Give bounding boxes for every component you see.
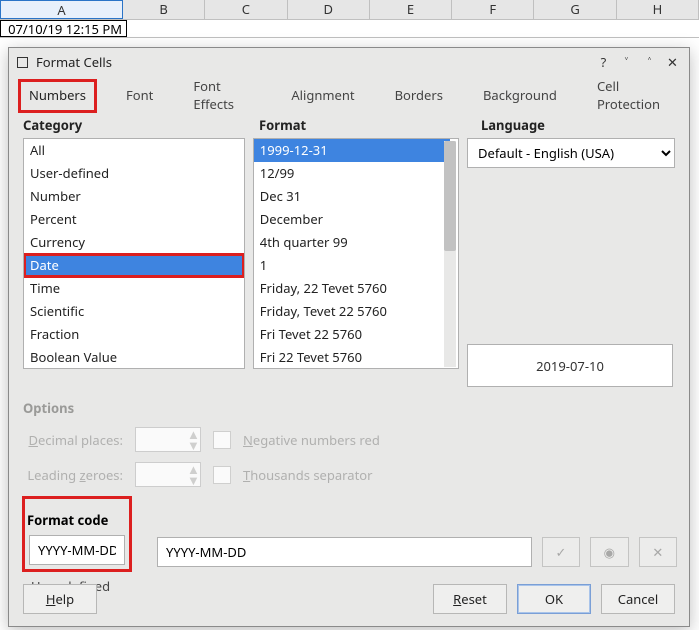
- app-icon: [17, 57, 28, 68]
- format-item[interactable]: 1: [254, 254, 450, 277]
- column-header-a[interactable]: A: [0, 0, 123, 19]
- category-item-time[interactable]: Time: [24, 277, 244, 300]
- thousands-sep-label: Thousands separator: [243, 466, 373, 484]
- eye-icon: ◉: [604, 543, 615, 561]
- format-code-input-visible[interactable]: [29, 535, 125, 565]
- tab-alignment[interactable]: Alignment: [281, 80, 364, 112]
- leading-zeroes-label: Leading zeroes:: [23, 466, 123, 484]
- column-header-c[interactable]: C: [205, 0, 287, 19]
- decimal-places-stepper: ▲▼: [135, 427, 201, 452]
- column-header-g[interactable]: G: [534, 0, 616, 19]
- column-headers: ABCDEFGH: [0, 0, 699, 20]
- category-item-date[interactable]: Date: [24, 254, 244, 277]
- language-label: Language: [481, 116, 545, 134]
- column-header-h[interactable]: H: [617, 0, 699, 19]
- options-label: Options: [23, 399, 675, 417]
- edit-comment-button[interactable]: ◉: [590, 537, 628, 567]
- category-item-number[interactable]: Number: [24, 185, 244, 208]
- category-item-percent[interactable]: Percent: [24, 208, 244, 231]
- language-select-wrap: Default - English (USA): [467, 138, 675, 168]
- delete-code-button[interactable]: ✕: [639, 537, 677, 567]
- row-1: 07/10/19 12:15 PM: [0, 20, 699, 38]
- tab-cell-protection[interactable]: Cell Protection: [587, 71, 679, 121]
- format-listbox[interactable]: 1999-12-3112/99Dec 31December4th quarter…: [253, 138, 459, 369]
- format-item[interactable]: Dec 31: [254, 185, 450, 208]
- cell-a1[interactable]: 07/10/19 12:15 PM: [0, 20, 127, 37]
- decimal-places-label: Decimal places:: [23, 431, 123, 449]
- ok-button[interactable]: OK: [517, 584, 591, 614]
- category-item-boolean-value[interactable]: Boolean Value: [24, 346, 244, 369]
- dialog-footer: Help Reset OK Cancel: [23, 584, 675, 614]
- format-item[interactable]: Friday, 22 Tevet 5760: [254, 277, 450, 300]
- column-header-e[interactable]: E: [370, 0, 452, 19]
- column-header-b[interactable]: B: [123, 0, 205, 19]
- format-item[interactable]: Fri 22 Tevet 5760: [254, 346, 450, 369]
- format-item[interactable]: Friday, Tevet 22 5760: [254, 300, 450, 323]
- language-select[interactable]: Default - English (USA): [467, 138, 675, 168]
- category-item-currency[interactable]: Currency: [24, 231, 244, 254]
- thousands-sep-checkbox: [213, 466, 231, 484]
- tab-borders[interactable]: Borders: [385, 80, 453, 112]
- column-header-f[interactable]: F: [452, 0, 534, 19]
- category-listbox[interactable]: AllUser-definedNumberPercentCurrencyDate…: [23, 138, 245, 369]
- category-item-scientific[interactable]: Scientific: [24, 300, 244, 323]
- format-item[interactable]: Fri Tevet 22 5760: [254, 323, 450, 346]
- tab-font-effects[interactable]: Font Effects: [183, 71, 261, 121]
- close-icon[interactable]: ✕: [664, 54, 681, 71]
- column-header-d[interactable]: D: [288, 0, 370, 19]
- scrollbar-thumb[interactable]: [444, 141, 456, 251]
- format-code-label: Format code: [23, 509, 112, 531]
- chevron-up-icon[interactable]: ˄: [641, 54, 658, 71]
- category-label: Category: [23, 116, 259, 134]
- format-item[interactable]: December: [254, 208, 450, 231]
- negative-red-label: Negative numbers red: [243, 431, 380, 449]
- titlebar-help-button[interactable]: ?: [595, 54, 612, 71]
- format-cells-dialog: Format Cells ? ˅ ˄ ✕ Numbers Font Font Eff…: [8, 47, 690, 627]
- cancel-button[interactable]: Cancel: [601, 584, 675, 614]
- tab-bar: NumbersFontFont EffectsAlignmentBordersB…: [9, 76, 689, 112]
- chevron-down-icon[interactable]: ˅: [618, 54, 635, 71]
- negative-red-checkbox: [213, 431, 231, 449]
- x-icon: ✕: [652, 543, 663, 561]
- dialog-title: Format Cells: [36, 53, 112, 71]
- format-item[interactable]: 4th quarter 99: [254, 231, 450, 254]
- check-icon: ✓: [555, 543, 566, 561]
- format-item[interactable]: 1999-12-31: [254, 139, 450, 162]
- category-item-fraction[interactable]: Fraction: [24, 323, 244, 346]
- reset-button[interactable]: Reset: [433, 584, 507, 614]
- format-code-input[interactable]: [157, 537, 532, 567]
- leading-zeroes-stepper: ▲▼: [135, 462, 201, 487]
- tab-background[interactable]: Background: [473, 80, 567, 112]
- category-item-all[interactable]: All: [24, 139, 244, 162]
- format-label: Format: [259, 116, 481, 134]
- category-item-user-defined[interactable]: User-defined: [24, 162, 244, 185]
- preview-box: 2019-07-10: [467, 344, 673, 387]
- help-button[interactable]: Help: [23, 584, 97, 614]
- format-item[interactable]: 12/99: [254, 162, 450, 185]
- format-scrollbar[interactable]: [444, 141, 456, 367]
- tab-font[interactable]: Font: [116, 80, 163, 112]
- apply-code-button[interactable]: ✓: [542, 537, 580, 567]
- tab-numbers[interactable]: Numbers: [19, 80, 96, 112]
- spreadsheet: ABCDEFGH 07/10/19 12:15 PM: [0, 0, 699, 46]
